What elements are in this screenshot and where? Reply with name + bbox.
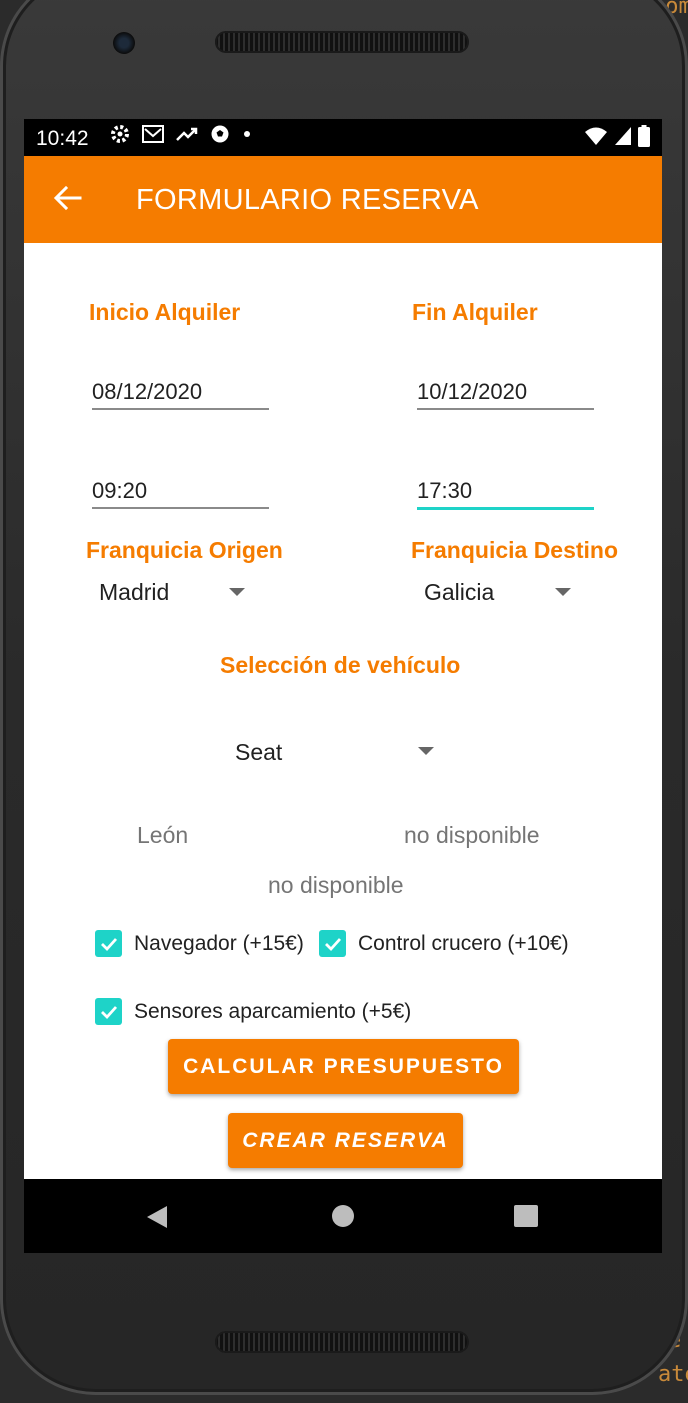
start-time-underline — [92, 507, 269, 509]
origin-franchise-label: Franquicia Origen — [86, 537, 283, 563]
navigator-label: Navegador (+15€) — [134, 931, 304, 955]
phone-screen: 10:42 FORMULARIO RESERVA Inicio Alquiler… — [24, 119, 662, 1253]
start-time-field[interactable]: 09:20 — [92, 478, 147, 504]
check-icon — [95, 998, 122, 1025]
vehicle-value: Seat — [235, 739, 283, 765]
nav-home-icon[interactable] — [331, 1204, 355, 1228]
start-date-field[interactable]: 08/12/2020 — [92, 379, 202, 405]
gear-icon — [111, 125, 129, 143]
status-time: 10:42 — [36, 127, 89, 150]
destination-franchise-label: Franquicia Destino — [411, 537, 619, 563]
cruise-control-checkbox[interactable]: Control crucero (+10€) — [319, 930, 569, 957]
chevron-down-icon — [418, 747, 434, 755]
availability-text: no disponible — [404, 822, 540, 848]
arrow-back-icon[interactable] — [52, 182, 84, 214]
create-reservation-button[interactable]: CREAR RESERVA — [228, 1113, 463, 1168]
app-bar: FORMULARIO RESERVA — [24, 156, 662, 243]
availability-text: no disponible — [268, 872, 404, 898]
wifi-icon — [585, 127, 607, 145]
check-icon — [319, 930, 346, 957]
start-rental-label: Inicio Alquiler — [89, 299, 241, 325]
front-camera — [113, 32, 135, 54]
nav-recents-icon[interactable] — [514, 1205, 538, 1227]
end-rental-label: Fin Alquiler — [412, 299, 538, 325]
start-date-underline — [92, 408, 269, 410]
bottom-speaker — [215, 1331, 469, 1353]
chevron-down-icon — [229, 588, 245, 596]
dot-icon — [244, 131, 250, 137]
model-text: León — [137, 822, 189, 848]
trending-icon — [176, 127, 198, 141]
battery-icon — [638, 125, 650, 147]
origin-value: Madrid — [99, 579, 170, 605]
parking-sensors-checkbox[interactable]: Sensores aparcamiento (+5€) — [95, 998, 411, 1025]
navigator-checkbox[interactable]: Navegador (+15€) — [95, 930, 304, 957]
soccer-icon — [211, 125, 229, 143]
cruise-control-label: Control crucero (+10€) — [358, 931, 569, 955]
end-time-field[interactable]: 17:30 — [417, 478, 472, 504]
end-time-underline — [417, 507, 594, 510]
vehicle-selection-label: Selección de vehículo — [220, 652, 461, 678]
gmail-icon — [142, 125, 164, 143]
page-title: FORMULARIO RESERVA — [136, 184, 479, 216]
nav-back-icon[interactable] — [146, 1205, 168, 1229]
navigation-bar — [24, 1179, 662, 1253]
chevron-down-icon — [555, 588, 571, 596]
status-bar: 10:42 — [24, 119, 662, 156]
destination-value: Galicia — [424, 579, 495, 605]
parking-sensors-label: Sensores aparcamiento (+5€) — [134, 999, 412, 1023]
end-date-field[interactable]: 10/12/2020 — [417, 379, 527, 405]
top-speaker — [215, 31, 469, 53]
signal-icon — [615, 127, 631, 145]
background-code-fragment: ate — [658, 1362, 688, 1387]
calculate-budget-button[interactable]: CALCULAR PRESUPUESTO — [168, 1039, 519, 1094]
end-date-underline — [417, 408, 594, 410]
check-icon — [95, 930, 122, 957]
